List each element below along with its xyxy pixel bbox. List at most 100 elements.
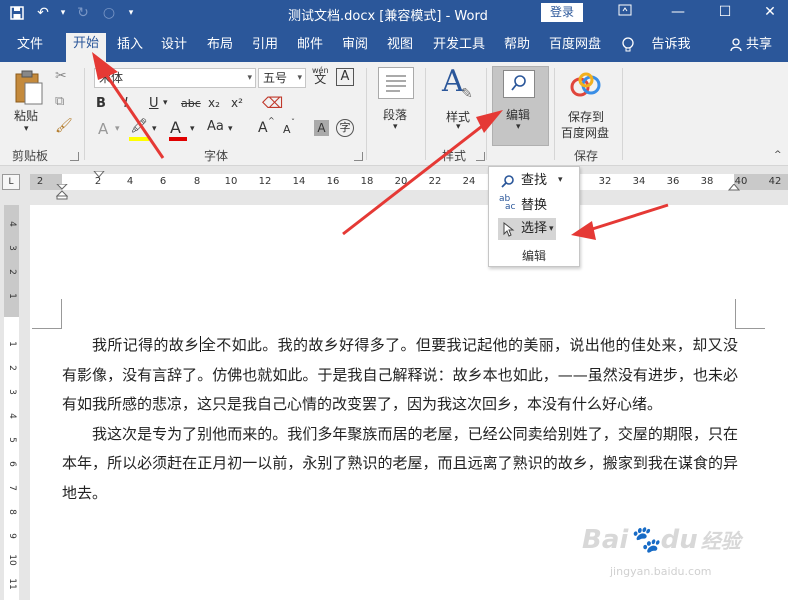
- font-color-icon[interactable]: A: [170, 118, 181, 137]
- cut-icon[interactable]: ✂: [55, 68, 67, 84]
- tab-insert[interactable]: 插入: [116, 34, 144, 62]
- right-indent-marker[interactable]: [728, 184, 740, 194]
- change-case-button[interactable]: Aa: [207, 119, 224, 134]
- save-to-label-1[interactable]: 保存到: [568, 108, 604, 125]
- undo-icon[interactable]: ↶: [32, 3, 54, 23]
- tab-file[interactable]: 文件: [16, 34, 44, 62]
- first-line-indent-marker[interactable]: [93, 171, 105, 179]
- superscript-button[interactable]: x²: [231, 96, 243, 110]
- find-dropdown-icon[interactable]: ▾: [558, 175, 563, 185]
- text-effects-icon[interactable]: A: [98, 120, 108, 138]
- font-launcher-icon[interactable]: [354, 152, 363, 161]
- tab-baidu-netdisk[interactable]: 百度网盘: [547, 34, 603, 62]
- replace-menu-item[interactable]: 替换: [521, 195, 547, 217]
- vruler-tick: 10: [7, 554, 17, 566]
- vruler-tick: 8: [7, 509, 17, 515]
- clipboard-launcher-icon[interactable]: [70, 152, 79, 161]
- tab-developer[interactable]: 开发工具: [431, 34, 487, 62]
- tab-mailings[interactable]: 邮件: [296, 34, 324, 62]
- vruler-tick: 7: [7, 485, 17, 491]
- share-button[interactable]: 共享: [744, 34, 774, 62]
- ruler-tick: 22: [428, 176, 442, 187]
- vruler-tick: 6: [7, 461, 17, 467]
- paste-dropdown-icon[interactable]: ▾: [24, 124, 29, 134]
- vruler-tick: 4: [7, 221, 17, 227]
- ribbon: 粘贴 ▾ ✂ ⧉ 🖌 剪贴板 宋体 ▾ 五号 ▾ wén 文 A B I U ▾…: [0, 62, 788, 166]
- paragraph: 我所记得的故乡全不如此。我的故乡好得多了。但要我记起他的美丽，说出他的佳处来，却…: [62, 331, 738, 420]
- find-menu-item[interactable]: 查找: [521, 170, 547, 192]
- ruler-tick: 16: [326, 176, 340, 187]
- font-size-combo[interactable]: 五号 ▾: [258, 68, 306, 88]
- tab-help[interactable]: 帮助: [503, 34, 531, 62]
- format-painter-icon[interactable]: 🖌: [55, 118, 73, 134]
- underline-dropdown-icon[interactable]: ▾: [163, 98, 168, 108]
- customize-qat-icon[interactable]: ▾: [124, 3, 138, 23]
- tab-design[interactable]: 设计: [160, 34, 188, 62]
- circle-icon[interactable]: ○: [98, 3, 120, 23]
- shrink-font-button[interactable]: A: [283, 123, 291, 136]
- paragraph-dropdown-icon[interactable]: ▾: [393, 122, 398, 132]
- ruler-tick: 4: [126, 176, 134, 187]
- paragraph: 我这次是专为了别他而来的。我们多年聚族而居的老屋，已经公同卖给别姓了，交屋的期限…: [62, 424, 738, 502]
- baidu-netdisk-icon[interactable]: [569, 72, 603, 98]
- lightbulb-icon: [622, 37, 634, 52]
- redo-icon[interactable]: ↻: [72, 3, 94, 23]
- baidu-watermark: Bai🐾du 经验: [582, 525, 741, 555]
- font-color-dropdown-icon[interactable]: ▾: [190, 124, 195, 134]
- highlight-dropdown-icon[interactable]: ▾: [152, 124, 157, 134]
- character-shading-icon[interactable]: A: [314, 120, 329, 136]
- ruler-tick: 18: [360, 176, 374, 187]
- horizontal-ruler: L 2 2 4 6 8 10 12 14 16 18 20 22 24 32 3…: [0, 166, 788, 200]
- window-title: 测试文档.docx [兼容模式] - Word: [288, 9, 488, 24]
- font-group-label: 字体: [204, 149, 229, 163]
- phonetic-guide-icon[interactable]: wén 文: [312, 66, 329, 85]
- grow-font-button[interactable]: A: [258, 120, 268, 136]
- document-body[interactable]: 我所记得的故乡全不如此。我的故乡好得多了。但要我记起他的美丽，说出他的佳处来，却…: [62, 331, 738, 509]
- indent-marker[interactable]: [56, 184, 68, 200]
- paragraph-icon[interactable]: [378, 67, 414, 99]
- tab-layout[interactable]: 布局: [206, 34, 234, 62]
- paragraph-label[interactable]: 段落: [383, 106, 407, 123]
- copy-icon[interactable]: ⧉: [55, 94, 64, 109]
- paste-icon[interactable]: [14, 70, 44, 106]
- minimize-icon[interactable]: —: [658, 0, 698, 26]
- styles-launcher-icon[interactable]: [476, 152, 485, 161]
- phonetic-char: 文: [314, 72, 327, 86]
- paste-label[interactable]: 粘贴: [14, 107, 38, 124]
- tab-review[interactable]: 审阅: [341, 34, 369, 62]
- save-to-label-2[interactable]: 百度网盘: [561, 124, 609, 141]
- text-effects-dropdown-icon[interactable]: ▾: [115, 124, 120, 134]
- separator: [486, 68, 487, 160]
- bold-button[interactable]: B: [96, 96, 106, 111]
- vruler-tick: 11: [7, 578, 17, 590]
- strikethrough-button[interactable]: abc: [181, 97, 201, 110]
- tab-references[interactable]: 引用: [251, 34, 279, 62]
- enclose-characters-button[interactable]: 字: [336, 119, 354, 137]
- underline-button[interactable]: U: [149, 96, 159, 111]
- italic-button[interactable]: I: [124, 96, 128, 111]
- tab-selector[interactable]: L: [2, 174, 20, 190]
- character-border-icon[interactable]: A: [336, 68, 354, 86]
- ruler-tick: 6: [159, 176, 167, 187]
- chevron-down-icon: ▾: [297, 73, 302, 83]
- font-name-combo[interactable]: 宋体 ▾: [94, 68, 256, 88]
- tab-view[interactable]: 视图: [386, 34, 414, 62]
- login-button[interactable]: 登录: [541, 3, 583, 22]
- ribbon-display-options-icon[interactable]: [605, 0, 645, 26]
- close-icon[interactable]: ✕: [750, 0, 788, 26]
- maximize-icon[interactable]: ☐: [705, 0, 745, 26]
- select-label: 选择: [521, 221, 548, 236]
- separator: [622, 68, 623, 160]
- highlight-icon[interactable]: 🖍: [130, 118, 148, 134]
- tell-me-box[interactable]: 告诉我: [650, 34, 692, 62]
- styles-dropdown-icon[interactable]: ▾: [456, 122, 461, 132]
- font-name-value: 宋体: [99, 71, 124, 85]
- subscript-button[interactable]: x₂: [208, 96, 220, 110]
- clear-formatting-icon[interactable]: ⌫: [262, 94, 283, 112]
- collapse-ribbon-icon[interactable]: ^: [774, 150, 782, 160]
- change-case-dropdown-icon[interactable]: ▾: [228, 124, 233, 134]
- tab-home[interactable]: 开始: [66, 33, 106, 62]
- undo-dropdown-icon[interactable]: ▾: [58, 3, 68, 23]
- editing-group-label: 编辑: [521, 249, 546, 263]
- save-icon[interactable]: [6, 3, 28, 23]
